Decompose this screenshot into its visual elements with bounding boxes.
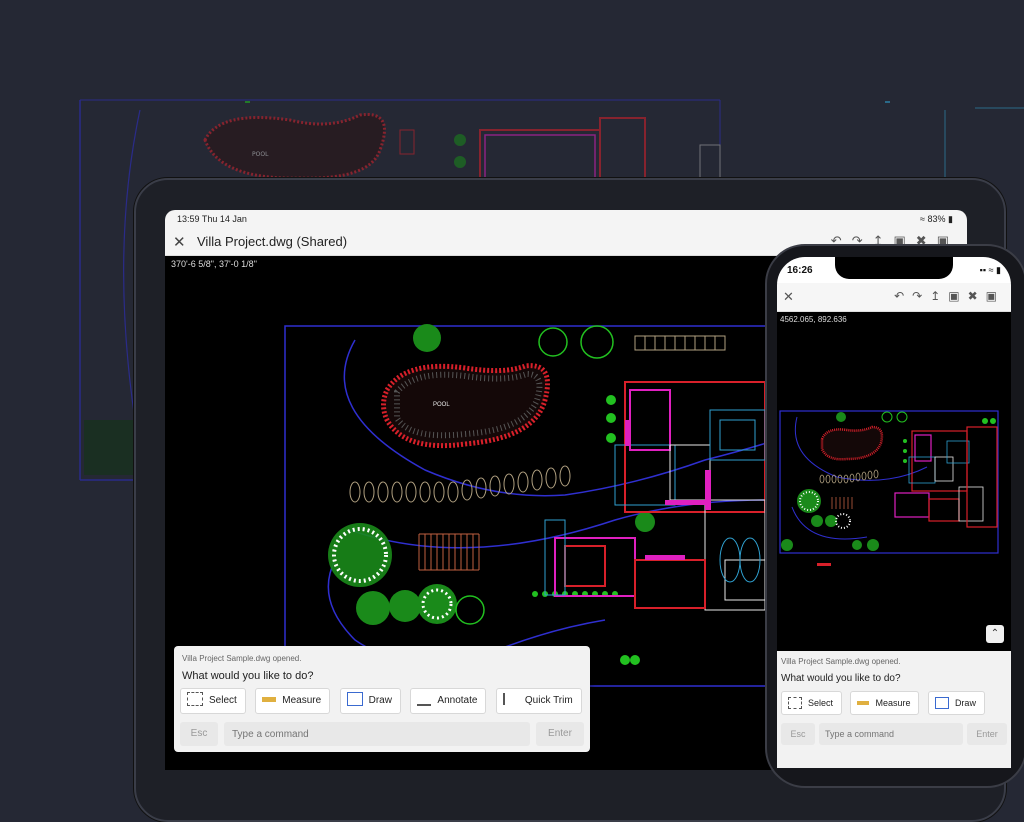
phone-indicators: ▪▪ ≈ ▮ <box>980 265 1001 276</box>
battery-indicator: ≈ 83% ▮ <box>920 214 953 225</box>
phone-coordinate-readout: 4562.065, 892.636 <box>780 315 847 324</box>
annotate-button[interactable]: Annotate <box>410 688 487 714</box>
phone-draw-label: Draw <box>954 698 976 708</box>
status-time: 13:59 Thu 14 Jan <box>177 214 247 224</box>
share-icon[interactable]: ↥ <box>930 289 948 303</box>
command-message: Villa Project Sample.dwg opened. <box>182 654 302 663</box>
phone-command-panel: Villa Project Sample.dwg opened. What wo… <box>777 651 1011 768</box>
esc-button[interactable]: Esc <box>180 722 218 746</box>
measure-icon <box>857 700 870 705</box>
draw-icon <box>346 692 363 707</box>
close-icon[interactable]: ✕ <box>173 233 186 251</box>
draw-button[interactable]: Draw <box>339 688 401 714</box>
select-icon <box>788 696 802 709</box>
command-panel: Villa Project Sample.dwg opened. What wo… <box>174 646 590 752</box>
svg-text:POOL: POOL <box>252 151 269 158</box>
battery-icon: ▮ <box>948 214 953 224</box>
phone-command-question: What would you like to do? <box>781 673 901 684</box>
hide-icon[interactable]: ✖ <box>968 289 986 303</box>
measure-icon <box>262 696 277 702</box>
phone-cad-drawing-canvas[interactable] <box>777 397 1011 567</box>
coordinate-readout: 370'-6 5/8", 37'-0 1/8" <box>171 259 257 269</box>
fullscreen-icon[interactable]: ▣ <box>986 289 1005 303</box>
phone-quick-actions: Select Measure Draw <box>781 691 1011 715</box>
annotate-label: Annotate <box>437 695 478 706</box>
redo-icon[interactable]: ↷ <box>912 289 930 303</box>
signal-icon: ▪▪ <box>979 265 987 275</box>
phone-toolbar: ✕ ↶↷↥▣✖▣ <box>777 283 1011 312</box>
phone-measure-button[interactable]: Measure <box>850 691 920 715</box>
quick-trim-icon <box>502 693 519 706</box>
phone-status-time: 16:26 <box>787 265 813 276</box>
phone-status-bar: 16:26 ▪▪ ≈ ▮ <box>777 257 1011 283</box>
scroll-up-icon[interactable]: ⌃ <box>986 625 1004 643</box>
phone-notch <box>835 257 953 279</box>
annotate-icon <box>417 692 432 707</box>
undo-icon[interactable]: ↶ <box>894 289 912 303</box>
phone-enter-button[interactable]: Enter <box>967 723 1007 745</box>
wifi-icon: ≈ <box>988 265 994 275</box>
pool-label: POOL <box>433 402 450 408</box>
command-input[interactable] <box>224 722 530 746</box>
phone-draw-button[interactable]: Draw <box>927 691 985 715</box>
phone-toolbar-tools: ↶↷↥▣✖▣ <box>894 289 1005 303</box>
quick-trim-label: Quick Trim <box>524 695 573 706</box>
select-button[interactable]: Select <box>180 688 246 714</box>
quick-actions: Select Measure Draw Annotate Quick Trim <box>180 688 590 714</box>
draw-icon <box>934 696 949 709</box>
phone-command-message: Villa Project Sample.dwg opened. <box>781 657 901 666</box>
phone-select-label: Select <box>808 698 834 708</box>
select-label: Select <box>209 695 237 706</box>
command-question: What would you like to do? <box>182 670 314 682</box>
phone-esc-button[interactable]: Esc <box>781 723 815 745</box>
phone-screen: 16:26 ▪▪ ≈ ▮ ✕ ↶↷↥▣✖▣ 4562.065, 892.636 <box>777 257 1011 768</box>
wifi-icon: ≈ <box>920 214 925 224</box>
close-icon[interactable]: ✕ <box>783 289 794 305</box>
phone-command-input[interactable] <box>819 723 963 745</box>
quick-trim-button[interactable]: Quick Trim <box>495 688 582 714</box>
battery-icon: ▮ <box>996 265 1001 275</box>
enter-button[interactable]: Enter <box>536 722 584 746</box>
battery-percent: 83% <box>927 214 946 224</box>
phone-measure-label: Measure <box>875 698 911 708</box>
save-icon[interactable]: ▣ <box>948 289 967 303</box>
draw-label: Draw <box>368 695 392 706</box>
measure-button[interactable]: Measure <box>255 688 331 714</box>
select-icon <box>187 692 203 707</box>
phone-command-input-row: Esc Enter <box>781 723 1007 745</box>
file-title: Villa Project.dwg (Shared) <box>197 234 348 249</box>
phone-select-button[interactable]: Select <box>781 691 843 715</box>
command-input-row: Esc Enter <box>180 722 584 746</box>
tablet-status-bar: 13:59 Thu 14 Jan ≈ 83% ▮ <box>165 210 967 229</box>
measure-label: Measure <box>282 695 322 706</box>
